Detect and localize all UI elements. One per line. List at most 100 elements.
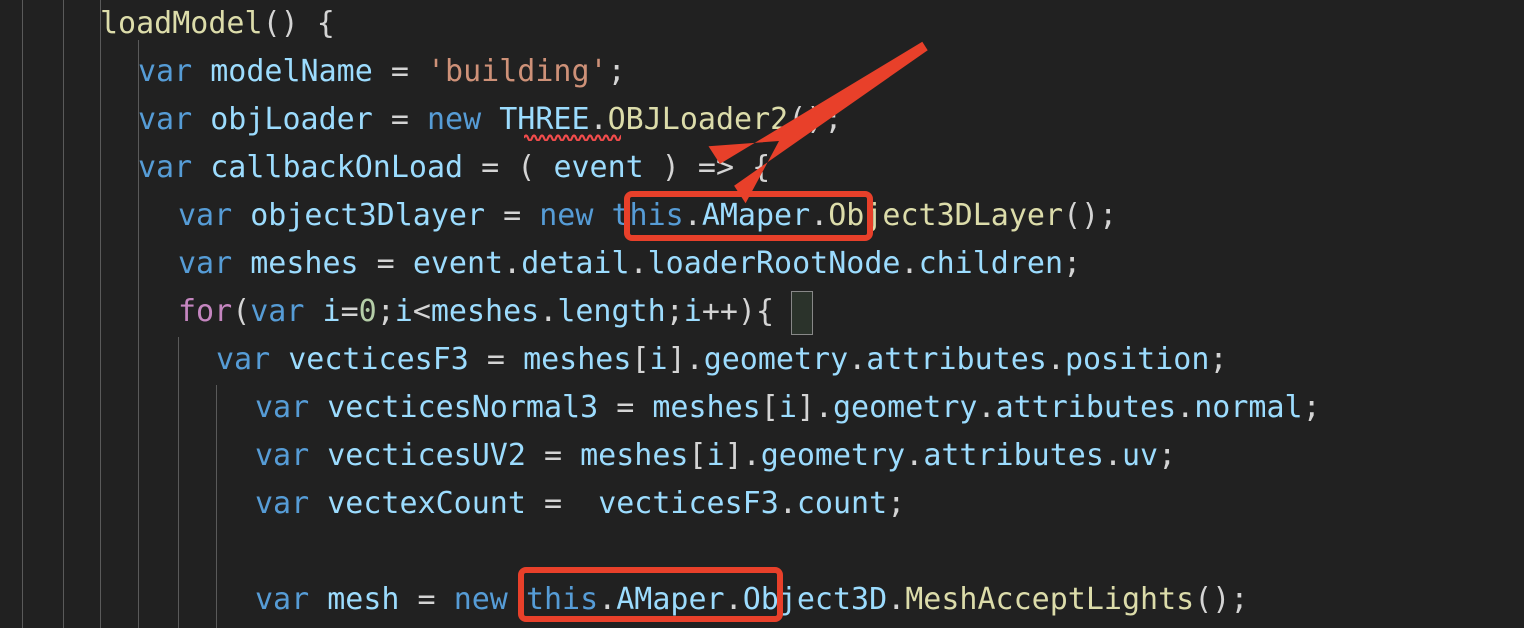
code-token: i bbox=[394, 294, 413, 329]
code-token: attributes bbox=[923, 438, 1104, 473]
code-token: = bbox=[340, 294, 359, 329]
code-token: loadModel bbox=[100, 6, 263, 41]
code-token: vecticesF3 bbox=[288, 342, 469, 377]
code-token: modelName bbox=[210, 54, 373, 89]
code-token: mesh bbox=[327, 582, 400, 617]
code-line[interactable]: loadModel() { bbox=[0, 0, 1524, 48]
code-token: geometry bbox=[833, 390, 978, 425]
code-token: ( bbox=[232, 294, 251, 329]
code-token: this bbox=[525, 582, 599, 617]
code-line[interactable] bbox=[0, 528, 1524, 576]
code-token: (); bbox=[1194, 582, 1249, 617]
code-token: MeshAcceptLights bbox=[905, 582, 1195, 617]
code-line[interactable]: for(var i=0;i<meshes.length;i++){ bbox=[0, 288, 1524, 336]
code-token: var bbox=[216, 342, 271, 377]
code-token: ; bbox=[665, 294, 684, 329]
code-token: new bbox=[453, 582, 508, 617]
code-token: . bbox=[977, 390, 996, 425]
code-token: = bbox=[468, 342, 524, 377]
code-token: var bbox=[178, 246, 233, 281]
code-token: objLoader bbox=[210, 102, 373, 137]
code-token: detail bbox=[521, 246, 630, 281]
code-token: geometry bbox=[703, 342, 849, 377]
code-token: ++){ bbox=[701, 294, 775, 329]
code-token: . bbox=[848, 342, 867, 377]
code-token: = bbox=[525, 486, 599, 521]
code-token: [ bbox=[631, 342, 650, 377]
code-token: var bbox=[138, 54, 193, 89]
code-token: (); bbox=[788, 102, 843, 137]
code-token: var bbox=[178, 198, 233, 233]
code-token: callbackOnLoad bbox=[210, 150, 464, 185]
code-token: for bbox=[178, 294, 233, 329]
code-token: meshes bbox=[580, 438, 689, 473]
code-token: 0 bbox=[358, 294, 377, 329]
code-token: uv bbox=[1122, 438, 1159, 473]
code-token: (); bbox=[1063, 198, 1118, 233]
code-token: var bbox=[255, 438, 310, 473]
code-content[interactable]: loadModel() {var modelName = 'building';… bbox=[0, 0, 1524, 628]
code-token: ; bbox=[376, 294, 395, 329]
code-token: new bbox=[427, 102, 482, 137]
code-token: . bbox=[810, 198, 829, 233]
code-token: ; bbox=[607, 54, 626, 89]
code-line[interactable]: var mesh = new this.AMaper.Object3D.Mesh… bbox=[0, 576, 1524, 624]
code-line[interactable]: var vectexCount = vecticesF3.count; bbox=[0, 480, 1524, 528]
code-token: var bbox=[255, 582, 310, 617]
code-line[interactable]: var vecticesF3 = meshes[i].geometry.attr… bbox=[0, 336, 1524, 384]
code-token: normal bbox=[1194, 390, 1303, 425]
code-line[interactable]: var modelName = 'building'; bbox=[0, 48, 1524, 96]
code-editor-screenshot: loadModel() {var modelName = 'building';… bbox=[0, 0, 1524, 628]
code-token: . bbox=[589, 102, 608, 137]
code-token: = ( bbox=[463, 150, 554, 185]
code-token: . bbox=[598, 582, 617, 617]
code-token: var bbox=[255, 390, 310, 425]
code-line[interactable]: var objLoader = new THREE.OBJLoader2(); bbox=[0, 96, 1524, 144]
code-token: ; bbox=[1302, 390, 1321, 425]
code-line[interactable]: var vecticesUV2 = meshes[i].geometry.att… bbox=[0, 432, 1524, 480]
code-token: object3Dlayer bbox=[250, 198, 486, 233]
code-token: i bbox=[778, 390, 797, 425]
code-line[interactable]: var vecticesNormal3 = meshes[i].geometry… bbox=[0, 384, 1524, 432]
code-token: count bbox=[796, 486, 888, 521]
code-token: ; bbox=[1158, 438, 1177, 473]
code-token: . bbox=[905, 438, 924, 473]
code-token: vecticesUV2 bbox=[327, 438, 526, 473]
code-token: i bbox=[322, 294, 341, 329]
code-token: = bbox=[358, 246, 413, 281]
code-token: i bbox=[706, 438, 725, 473]
code-token: attributes bbox=[866, 342, 1047, 377]
code-token: vectexCount bbox=[327, 486, 526, 521]
code-token: 'building' bbox=[427, 54, 608, 89]
code-token: = bbox=[485, 198, 540, 233]
code-token: AMaper bbox=[701, 198, 811, 233]
code-token: . bbox=[887, 582, 906, 617]
code-token: = bbox=[525, 438, 581, 473]
code-token: children bbox=[918, 246, 1064, 281]
code-token: . bbox=[503, 246, 522, 281]
code-token: var bbox=[255, 486, 310, 521]
code-line[interactable]: var object3Dlayer = new this.AMaper.Obje… bbox=[0, 192, 1524, 240]
code-line[interactable]: var callbackOnLoad = ( event ) => { bbox=[0, 144, 1524, 192]
code-token: var bbox=[138, 150, 193, 185]
code-token: meshes bbox=[652, 390, 761, 425]
code-line[interactable]: var meshes = event.detail.loaderRootNode… bbox=[0, 240, 1524, 288]
code-token: ]. bbox=[667, 342, 704, 377]
code-token: var bbox=[138, 102, 193, 137]
code-token: geometry bbox=[760, 438, 906, 473]
code-token: ; bbox=[1063, 246, 1082, 281]
code-token: . bbox=[1103, 438, 1122, 473]
code-token: meshes bbox=[430, 294, 540, 329]
code-token: ]. bbox=[724, 438, 761, 473]
code-token: . bbox=[629, 246, 648, 281]
code-token: vecticesF3 bbox=[598, 486, 779, 521]
code-token: () { bbox=[262, 6, 335, 41]
code-token: = bbox=[372, 54, 427, 89]
